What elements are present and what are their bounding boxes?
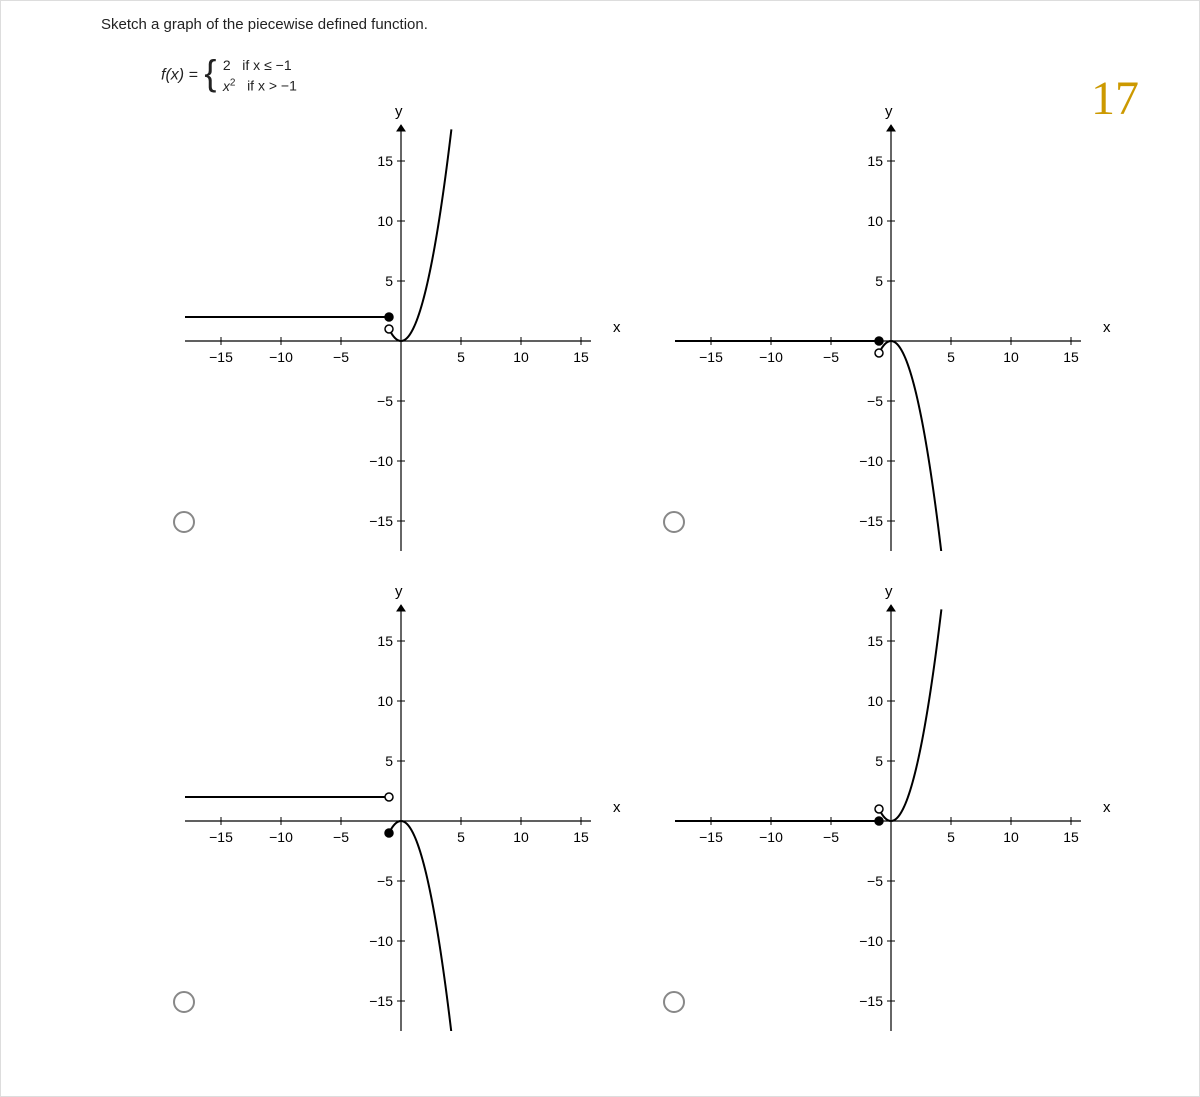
y-tick-label: 5	[851, 753, 883, 769]
x-axis-label: x	[613, 799, 621, 816]
y-tick-label: −10	[851, 933, 883, 949]
y-tick-label: −15	[851, 513, 883, 529]
y-tick-label: −5	[361, 393, 393, 409]
x-tick-label: −10	[265, 829, 297, 845]
y-tick-label: −15	[361, 513, 393, 529]
y-tick-label: 5	[851, 273, 883, 289]
y-tick-label: 10	[361, 693, 393, 709]
x-tick-label: 5	[445, 829, 477, 845]
x-tick-label: −10	[755, 349, 787, 365]
y-tick-label: 15	[851, 633, 883, 649]
x-tick-label: −15	[205, 349, 237, 365]
piece1-cond: if x ≤ −1	[242, 57, 291, 73]
chart-plot	[641, 591, 1081, 1031]
x-tick-label: 15	[565, 349, 597, 365]
y-tick-label: 15	[361, 633, 393, 649]
piece2-cond: if x > −1	[247, 78, 297, 94]
x-tick-label: 10	[995, 349, 1027, 365]
x-tick-label: 5	[935, 829, 967, 845]
option-d[interactable]: 15105−5−10−15−15−10−551015yx	[641, 591, 1131, 1071]
x-tick-label: −15	[695, 829, 727, 845]
y-tick-label: −10	[361, 453, 393, 469]
y-tick-label: 15	[361, 153, 393, 169]
x-tick-label: −10	[265, 349, 297, 365]
y-tick-label: −15	[851, 993, 883, 1009]
option-c[interactable]: 15105−5−10−15−15−10−551015yx	[151, 591, 641, 1071]
brace-icon: {	[204, 55, 216, 91]
option-a[interactable]: 15105−5−10−15−15−10−551015yx	[151, 111, 641, 591]
x-tick-label: 15	[1055, 829, 1087, 845]
x-axis-label: x	[613, 319, 621, 336]
y-tick-label: −5	[361, 873, 393, 889]
y-tick-label: 15	[851, 153, 883, 169]
x-tick-label: 10	[505, 349, 537, 365]
piece2-val: x2	[223, 78, 239, 94]
x-tick-label: 5	[445, 349, 477, 365]
x-tick-label: 15	[565, 829, 597, 845]
y-tick-label: −10	[851, 453, 883, 469]
chart-plot	[641, 111, 1081, 551]
y-tick-label: 5	[361, 753, 393, 769]
y-tick-label: −5	[851, 873, 883, 889]
x-tick-label: 10	[505, 829, 537, 845]
x-tick-label: −5	[325, 349, 357, 365]
x-tick-label: −5	[325, 829, 357, 845]
x-tick-label: −5	[815, 349, 847, 365]
y-axis-label: y	[395, 103, 403, 120]
x-axis-label: x	[1103, 319, 1111, 336]
piecewise-function: f(x) = { 2 if x ≤ −1 x2 if x > −1	[161, 56, 297, 95]
y-tick-label: −5	[851, 393, 883, 409]
y-tick-label: −10	[361, 933, 393, 949]
chart-plot	[151, 111, 591, 551]
options-grid: 15 10 5 −5 −10 −15 −15 −10 −5 5 10 15 y x 15 10 5 −5 −10 −…	[151, 111, 1131, 1071]
y-tick-label: 10	[361, 213, 393, 229]
x-tick-label: 10	[995, 829, 1027, 845]
x-tick-label: −10	[755, 829, 787, 845]
y-axis-label: y	[885, 583, 893, 600]
y-tick-label: 5	[361, 273, 393, 289]
x-tick-label: −15	[695, 349, 727, 365]
x-tick-label: 15	[1055, 349, 1087, 365]
y-tick-label: −15	[361, 993, 393, 1009]
y-tick-label: 10	[851, 693, 883, 709]
piece2-base: x	[223, 78, 230, 94]
y-axis-label: y	[395, 583, 403, 600]
x-tick-label: −5	[815, 829, 847, 845]
x-tick-label: 5	[935, 349, 967, 365]
piece2-exp: 2	[230, 77, 236, 88]
piece1-val: 2	[223, 57, 231, 73]
x-axis-label: x	[1103, 799, 1111, 816]
option-b[interactable]: 15105−5−10−15−15−10−551015yx	[641, 111, 1131, 591]
y-tick-label: 10	[851, 213, 883, 229]
x-tick-label: −15	[205, 829, 237, 845]
chart-plot	[151, 591, 591, 1031]
y-axis-label: y	[885, 103, 893, 120]
func-lhs: f(x) =	[161, 67, 198, 84]
func-pieces: 2 if x ≤ −1 x2 if x > −1	[223, 56, 297, 95]
question-text: Sketch a graph of the piecewise defined …	[101, 16, 428, 33]
page: Sketch a graph of the piecewise defined …	[0, 0, 1200, 1097]
